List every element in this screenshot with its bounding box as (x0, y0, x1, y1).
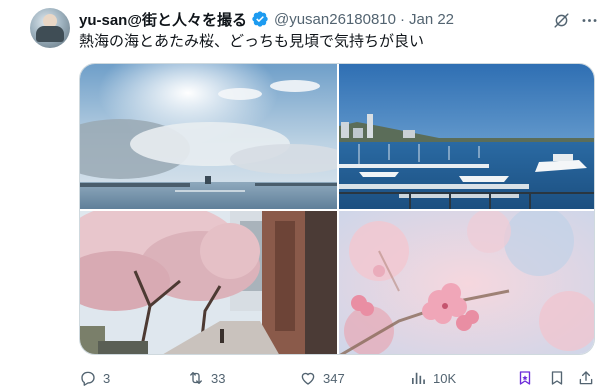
more-icon[interactable] (579, 10, 599, 30)
author-name[interactable]: yu-san@街と人々を撮る (79, 9, 247, 30)
views-icon (412, 372, 425, 384)
share-icon (579, 371, 593, 385)
views-count: 10K (433, 370, 457, 386)
verified-badge-icon (251, 10, 269, 28)
bookmark-button[interactable] (548, 368, 566, 388)
photo-cherry-street[interactable] (80, 211, 337, 354)
like-count: 347 (323, 370, 345, 386)
author-handle[interactable]: @yusan26180810 (274, 11, 396, 28)
repost-button[interactable]: 33 (187, 368, 225, 388)
grok-icon[interactable] (551, 10, 571, 30)
reply-icon (81, 371, 95, 386)
grok-bookmark-button[interactable] (516, 368, 534, 388)
tweet-header: yu-san@街と人々を撮る @yusan26180810 · Jan 22 (79, 8, 559, 30)
media-grid (79, 63, 595, 355)
photo-marina[interactable] (339, 64, 594, 209)
avatar[interactable] (30, 8, 70, 48)
photo-sea-horizon[interactable] (80, 64, 337, 209)
like-icon (301, 372, 315, 385)
tweet-text: 熱海の海とあたみ桜、どっちも見頃で気持ちが良い (79, 33, 425, 50)
reply-count: 3 (103, 370, 111, 386)
views-button[interactable]: 10K (409, 368, 456, 388)
bookmark-icon (519, 371, 531, 385)
action-bar: 3 33 347 10K (79, 368, 599, 388)
separator-dot: · (399, 10, 405, 28)
share-button[interactable] (577, 368, 595, 388)
bookmark-outline-icon (551, 371, 563, 385)
reply-button[interactable]: 3 (79, 368, 110, 388)
photo-pink-blossom[interactable] (339, 211, 594, 354)
repost-count: 33 (211, 370, 226, 386)
like-button[interactable]: 347 (299, 368, 345, 388)
post-date[interactable]: Jan 22 (409, 11, 454, 28)
repost-icon (190, 372, 202, 384)
